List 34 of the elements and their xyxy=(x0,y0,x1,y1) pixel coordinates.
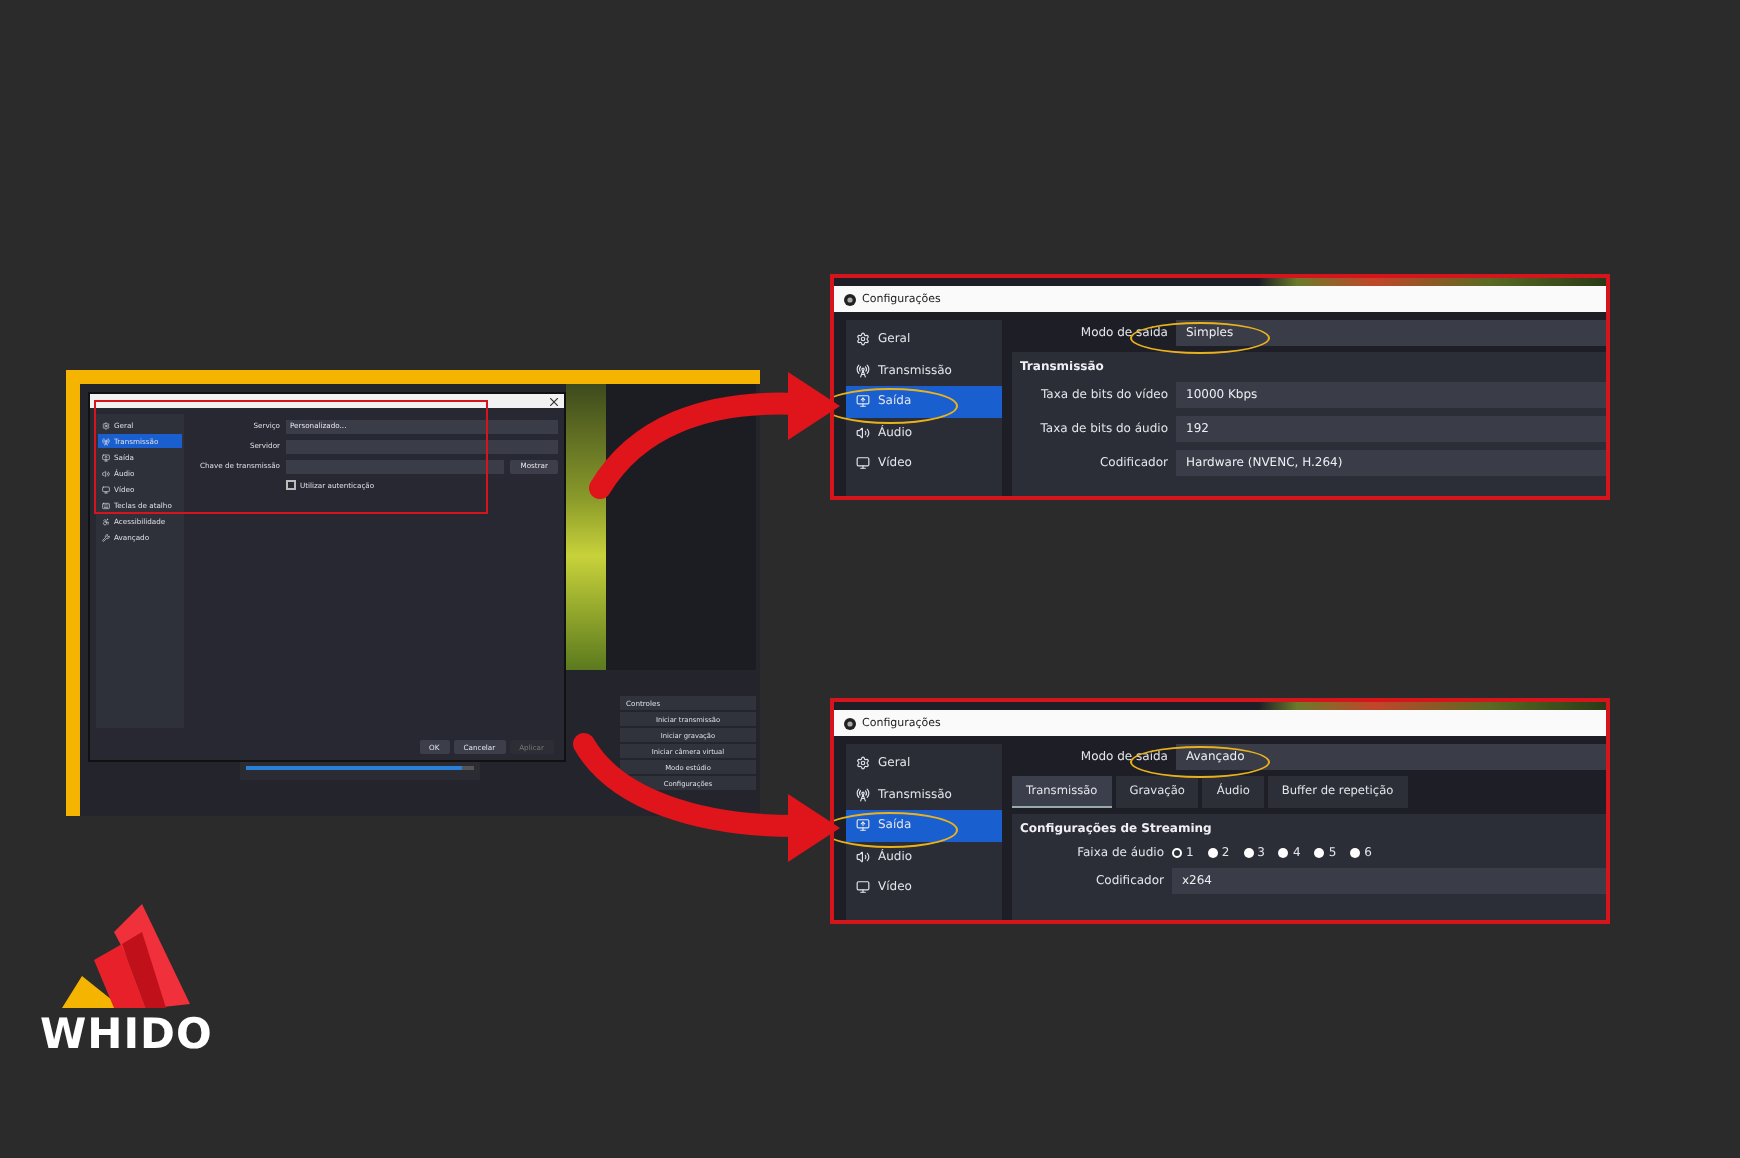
highlight-ellipse xyxy=(1130,746,1270,778)
sidebar-icon xyxy=(856,394,870,409)
sidebar-icon xyxy=(102,437,110,445)
radio-button[interactable] xyxy=(1314,847,1325,857)
sidebar-icon xyxy=(102,453,110,461)
sidebar-icon xyxy=(102,533,110,541)
sidebar-icon xyxy=(856,332,870,347)
sidebar-icon xyxy=(856,756,870,771)
sidebar-icon xyxy=(856,818,870,833)
checkbox[interactable] xyxy=(286,480,296,490)
sidebar-icon xyxy=(856,456,870,471)
server-field[interactable] xyxy=(286,439,558,453)
sidebar-icon xyxy=(102,501,110,509)
radio-button[interactable] xyxy=(1243,847,1254,857)
sidebar-icon xyxy=(102,485,110,493)
stream-key-field[interactable] xyxy=(286,459,505,473)
radio-button[interactable] xyxy=(1207,847,1218,857)
logo-wordmark: WHIDO xyxy=(40,1014,213,1056)
sidebar-icon xyxy=(856,787,870,802)
highlight-ellipse xyxy=(1130,322,1270,354)
app-logo-icon xyxy=(844,293,856,305)
sidebar-icon xyxy=(856,880,870,895)
radio-button[interactable] xyxy=(1278,847,1289,857)
sidebar-icon xyxy=(102,421,110,429)
sidebar-icon xyxy=(102,517,110,525)
close-icon[interactable] xyxy=(550,397,558,405)
sidebar-icon xyxy=(102,469,110,477)
logo-mark-icon xyxy=(62,904,191,1012)
app-logo-icon xyxy=(844,717,856,729)
radio-button[interactable] xyxy=(1172,847,1182,857)
radio-button[interactable] xyxy=(1350,847,1361,857)
sidebar-icon xyxy=(856,425,870,440)
sidebar-icon xyxy=(856,849,870,864)
sidebar-icon xyxy=(856,363,870,378)
